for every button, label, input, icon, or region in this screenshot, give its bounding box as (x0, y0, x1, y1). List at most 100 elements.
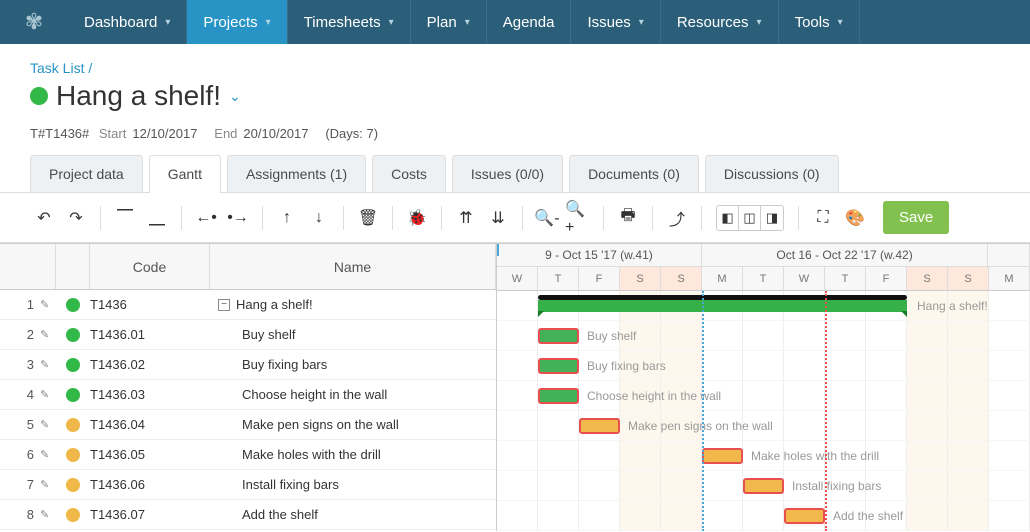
layout-left-button[interactable]: ◧ (717, 206, 739, 230)
nav-dashboard[interactable]: Dashboard▾ (68, 0, 187, 44)
chevron-down-icon: ▾ (639, 17, 644, 28)
edit-icon[interactable]: ✎ (40, 298, 56, 311)
task-name: − Hang a shelf! (210, 297, 496, 312)
table-row[interactable]: 7 ✎ T1436.06 Install fixing bars (0, 470, 496, 500)
move-down-button[interactable]: ↓ (305, 204, 333, 232)
nav-projects[interactable]: Projects▾ (187, 0, 287, 44)
nav-resources[interactable]: Resources▾ (661, 0, 779, 44)
gantt-bar[interactable]: Install fixing bars (743, 478, 784, 494)
nav-tools[interactable]: Tools▾ (779, 0, 860, 44)
nav-agenda[interactable]: Agenda (487, 0, 572, 44)
gantt-bar[interactable]: Buy shelf (538, 328, 579, 344)
status-dot (66, 508, 80, 522)
table-row[interactable]: 8 ✎ T1436.07 Add the shelf (0, 500, 496, 530)
tab-documents[interactable]: Documents (0) (569, 155, 699, 192)
day-header: S (907, 267, 948, 290)
project-status-dot (30, 87, 48, 105)
move-up-button[interactable]: ↑ (273, 204, 301, 232)
top-navbar: ✾ Dashboard▾ Projects▾ Timesheets▾ Plan▾… (0, 0, 1030, 44)
gantt-timeline: ‹› 9 - Oct 15 '17 (w.41)Oct 16 - Oct 22 … (497, 244, 1030, 531)
day-header: M (989, 267, 1030, 290)
row-index: 8 (0, 507, 40, 522)
project-meta: T#T1436# Start12/10/2017 End20/10/2017 (… (0, 118, 1030, 155)
tab-assignments[interactable]: Assignments (1) (227, 155, 366, 192)
day-header: W (497, 267, 538, 290)
day-header: S (661, 267, 702, 290)
edit-icon[interactable]: ✎ (40, 418, 56, 431)
zoom-out-button[interactable]: 🔍- (533, 204, 561, 232)
table-row[interactable]: 1 ✎ T1436 − Hang a shelf! (0, 290, 496, 320)
task-code: T1436.06 (90, 477, 210, 492)
task-code: T1436.05 (90, 447, 210, 462)
app-logo[interactable]: ✾ (0, 0, 68, 44)
gantt-bar[interactable]: Choose height in the wall (538, 388, 579, 404)
gantt-bar[interactable]: Add the shelf (784, 508, 825, 524)
chevron-down-icon: ▾ (838, 17, 843, 28)
nav-timesheets[interactable]: Timesheets▾ (288, 0, 411, 44)
layout-toggle-group: ◧ ◫ ◨ (716, 205, 784, 231)
layout-right-button[interactable]: ◨ (761, 206, 783, 230)
day-header: T (825, 267, 866, 290)
gantt-bar[interactable]: Buy fixing bars (538, 358, 579, 374)
insert-below-button[interactable]: ⎽ (143, 204, 171, 232)
save-button[interactable]: Save (883, 201, 949, 234)
bug-icon[interactable]: 🐞 (403, 204, 431, 232)
print-button[interactable]: 🖶 (614, 204, 642, 232)
chevron-down-icon: ▾ (389, 17, 394, 28)
gantt-bar[interactable]: Make holes with the drill (702, 448, 743, 464)
tab-costs[interactable]: Costs (372, 155, 446, 192)
title-chevron-icon[interactable]: ⌄ (229, 88, 241, 105)
table-row[interactable]: 3 ✎ T1436.02 Buy fixing bars (0, 350, 496, 380)
day-header: T (743, 267, 784, 290)
delete-button[interactable]: 🗑 (354, 204, 382, 232)
tab-discussions[interactable]: Discussions (0) (705, 155, 839, 192)
color-picker-button[interactable]: 🎨 (841, 204, 869, 232)
task-name: Make pen signs on the wall (210, 417, 496, 432)
row-index: 7 (0, 477, 40, 492)
redo-button[interactable]: ↷ (62, 204, 90, 232)
task-grid: Code Name 1 ✎ T1436 − Hang a shelf! 2 ✎ … (0, 244, 497, 531)
zoom-in-button[interactable]: 🔍+ (565, 204, 593, 232)
fullscreen-button[interactable]: ⛶ (809, 204, 837, 232)
edit-icon[interactable]: ✎ (40, 388, 56, 401)
outdent-button[interactable]: ←• (192, 204, 220, 232)
gantt-bar-summary[interactable]: Hang a shelf! (538, 300, 907, 312)
collapse-all-button[interactable]: ⇊ (484, 204, 512, 232)
table-row[interactable]: 6 ✎ T1436.05 Make holes with the drill (0, 440, 496, 470)
edit-icon[interactable]: ✎ (40, 328, 56, 341)
table-row[interactable]: 5 ✎ T1436.04 Make pen signs on the wall (0, 410, 496, 440)
tab-issues[interactable]: Issues (0/0) (452, 155, 563, 192)
collapse-icon[interactable]: − (218, 299, 230, 311)
timeline-scroll-handle[interactable]: ‹› (497, 244, 499, 256)
tab-project-data[interactable]: Project data (30, 155, 143, 192)
layout-split-button[interactable]: ◫ (739, 206, 761, 230)
gantt-bar[interactable]: Make pen signs on the wall (579, 418, 620, 434)
table-row[interactable]: 4 ✎ T1436.03 Choose height in the wall (0, 380, 496, 410)
table-row[interactable]: 2 ✎ T1436.01 Buy shelf (0, 320, 496, 350)
task-name: Choose height in the wall (210, 387, 496, 402)
edit-icon[interactable]: ✎ (40, 478, 56, 491)
expand-all-button[interactable]: ⇈ (452, 204, 480, 232)
edit-icon[interactable]: ✎ (40, 448, 56, 461)
chevron-down-icon: ▾ (266, 17, 271, 28)
indent-button[interactable]: •→ (224, 204, 252, 232)
insert-above-button[interactable]: ⎺ (111, 204, 139, 232)
row-index: 6 (0, 447, 40, 462)
col-name-header[interactable]: Name (210, 244, 496, 289)
week-header: 9 - Oct 15 '17 (w.41) (497, 244, 702, 266)
task-code: T1436.01 (90, 327, 210, 342)
gantt-row: Buy shelf (497, 321, 1030, 351)
breadcrumb[interactable]: Task List / (30, 60, 1000, 76)
nav-issues[interactable]: Issues▾ (571, 0, 660, 44)
tab-gantt[interactable]: Gantt (149, 155, 221, 192)
task-code: T1436.03 (90, 387, 210, 402)
nav-plan[interactable]: Plan▾ (411, 0, 487, 44)
status-dot (66, 418, 80, 432)
edit-icon[interactable]: ✎ (40, 508, 56, 521)
undo-button[interactable]: ↶ (30, 204, 58, 232)
page-header: Task List / Hang a shelf! ⌄ (0, 44, 1030, 118)
col-code-header[interactable]: Code (90, 244, 210, 289)
task-name: Buy shelf (210, 327, 496, 342)
share-button[interactable]: ⤴ (663, 204, 691, 232)
edit-icon[interactable]: ✎ (40, 358, 56, 371)
